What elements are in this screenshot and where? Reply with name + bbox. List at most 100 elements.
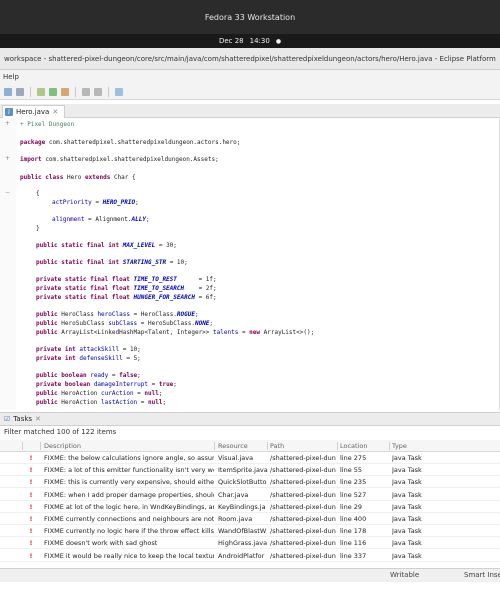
- table-row[interactable]: ! FIXME currently no logic here if the th…: [0, 525, 500, 538]
- external-tools-icon[interactable]: [61, 87, 69, 96]
- table-row[interactable]: ! FIXME currently connections and neighbo…: [0, 513, 500, 525]
- save-icon[interactable]: [16, 87, 24, 96]
- table-header: Description Resource Path Location Type: [0, 440, 500, 452]
- code-line: {: [36, 190, 40, 197]
- fold-expand-icon[interactable]: +: [5, 121, 11, 127]
- table-row[interactable]: ! FIXME: a lot of this emitter functional…: [0, 464, 500, 477]
- table-row[interactable]: ! FIXME: when I add proper damage propert…: [0, 489, 500, 501]
- tasks-tab-label: Tasks: [13, 415, 33, 423]
- code-line: public HeroClass heroClass = HeroClass.R…: [36, 311, 199, 318]
- task-location: line 400: [340, 515, 367, 523]
- java-file-icon: J: [5, 108, 13, 116]
- task-type: Java Task: [392, 551, 422, 560]
- task-location: line 337: [340, 551, 367, 560]
- gnome-top-bar: Dec 28 14:30 ●: [0, 34, 500, 48]
- task-location: line 55: [340, 466, 363, 475]
- column-header-path[interactable]: Path: [270, 440, 336, 452]
- task-location: line 235: [340, 478, 367, 487]
- fold-expand-icon[interactable]: +: [5, 156, 11, 162]
- task-path: /shattered-pixel-dun: [270, 515, 336, 523]
- tab-hero-java[interactable]: J Hero.java ✕: [2, 105, 66, 118]
- priority-icon: !: [29, 539, 33, 548]
- task-location: line 29: [340, 502, 363, 511]
- task-description: FIXME it would be really nice to keep th…: [44, 551, 214, 560]
- task-description: FIXME currently no logic here if the thr…: [44, 527, 214, 536]
- task-path: /shattered-pixel-dun: [270, 454, 336, 462]
- table-row[interactable]: ! FIXME it would be really nice to keep t…: [0, 550, 500, 562]
- clock-time[interactable]: 14:30: [250, 37, 270, 45]
- priority-icon: !: [29, 478, 33, 487]
- close-icon[interactable]: ✕: [35, 415, 41, 423]
- task-resource: KeyBindings.ja: [218, 502, 266, 511]
- column-separator: [22, 442, 23, 450]
- task-description: FIXME currently connections and neighbou…: [44, 515, 214, 523]
- run-icon[interactable]: [49, 87, 57, 96]
- priority-icon: !: [29, 490, 33, 499]
- main-toolbar: [0, 84, 500, 100]
- task-resource: WandOfBlastW: [218, 527, 267, 536]
- column-header-description[interactable]: Description: [44, 440, 214, 452]
- code-line: private int defenseSkill = 5;: [36, 355, 141, 362]
- task-resource: Visual.java: [218, 454, 254, 462]
- status-insert-mode[interactable]: Smart Insert: [464, 571, 500, 579]
- priority-icon: !: [29, 502, 33, 511]
- task-type: Java Task: [392, 454, 422, 462]
- tasks-icon: ☑: [4, 415, 11, 423]
- task-description: FIXME: the below calculations ignore ang…: [44, 454, 214, 462]
- priority-icon: !: [29, 527, 33, 536]
- debug-icon[interactable]: [37, 87, 45, 96]
- forward-icon[interactable]: [94, 87, 102, 96]
- fold-collapse-icon[interactable]: −: [5, 190, 11, 196]
- table-row[interactable]: ! FIXME: the below calculations ignore an…: [0, 452, 500, 464]
- toolbar-separator: [75, 86, 76, 97]
- table-row[interactable]: ! FIXME doesn't work with sad ghost HighGr…: [0, 537, 500, 550]
- column-header-location[interactable]: Location: [340, 440, 390, 452]
- code-line: + Pixel Dungeon: [20, 121, 75, 128]
- task-type: Java Task: [392, 502, 422, 511]
- code-line: actPriority = HERO_PRIO;: [52, 199, 139, 206]
- code-line: public boolean ready = false;: [36, 372, 141, 379]
- code-editor[interactable]: + + Pixel Dungeon package com.shatteredp…: [0, 118, 500, 410]
- task-description: FIXME: this is currently very expensive,…: [44, 478, 214, 487]
- menu-help[interactable]: Help: [3, 73, 19, 81]
- task-path: /shattered-pixel-dun: [270, 502, 336, 511]
- priority-icon: !: [29, 515, 33, 523]
- notification-dot-icon: ●: [275, 37, 282, 45]
- vm-title: Fedora 33 Workstation: [204, 12, 296, 22]
- task-description: FIXME doesn't work with sad ghost: [44, 539, 158, 548]
- clock-date[interactable]: Dec 28: [219, 37, 244, 45]
- task-type: Java Task: [392, 515, 422, 523]
- close-icon[interactable]: ✕: [52, 108, 58, 116]
- table-row[interactable]: ! FIXME: this is currently very expensive…: [0, 476, 500, 489]
- code-line: private static final float TIME_TO_REST …: [36, 276, 217, 283]
- task-description: FIXME at lot of the logic here, in WndKe…: [44, 502, 214, 511]
- tasks-filter-status: Filter matched 100 of 122 items: [4, 428, 117, 436]
- code-line: private boolean damageInterrupt = true;: [36, 381, 177, 388]
- task-path: /shattered-pixel-dun: [270, 490, 336, 499]
- code-line: import com.shatteredpixel.shatteredpixel…: [20, 156, 219, 163]
- task-resource: HighGrass.java: [218, 539, 268, 548]
- new-icon[interactable]: [4, 87, 12, 96]
- open-perspective-icon[interactable]: [115, 87, 123, 96]
- task-description: FIXME: when I add proper damage properti…: [44, 490, 214, 499]
- code-line: private int attackSkill = 10;: [36, 346, 141, 353]
- tasks-view-tab[interactable]: ☑ Tasks ✕: [0, 412, 500, 426]
- task-path: /shattered-pixel-dun: [270, 551, 336, 560]
- task-type: Java Task: [392, 478, 422, 487]
- back-icon[interactable]: [82, 87, 90, 96]
- table-row[interactable]: ! FIXME at lot of the logic here, in WndK…: [0, 501, 500, 513]
- column-separator: [337, 442, 338, 450]
- task-location: line 527: [340, 490, 367, 499]
- task-resource: Room.java: [218, 515, 253, 523]
- column-header-type[interactable]: Type: [392, 440, 452, 452]
- vm-title-bar: Fedora 33 Workstation: [0, 0, 500, 34]
- task-path: /shattered-pixel-dun: [270, 478, 336, 487]
- code-line: public ArrayList<LinkedHashMap<Talent, I…: [36, 329, 315, 336]
- column-separator: [214, 442, 215, 450]
- column-header-resource[interactable]: Resource: [218, 440, 268, 452]
- task-resource: ItemSprite.java: [218, 466, 268, 475]
- screen: Fedora 33 Workstation Dec 28 14:30 ● wor…: [0, 0, 500, 600]
- task-type: Java Task: [392, 539, 422, 548]
- priority-icon: !: [29, 551, 33, 560]
- status-writable: Writable: [390, 571, 420, 579]
